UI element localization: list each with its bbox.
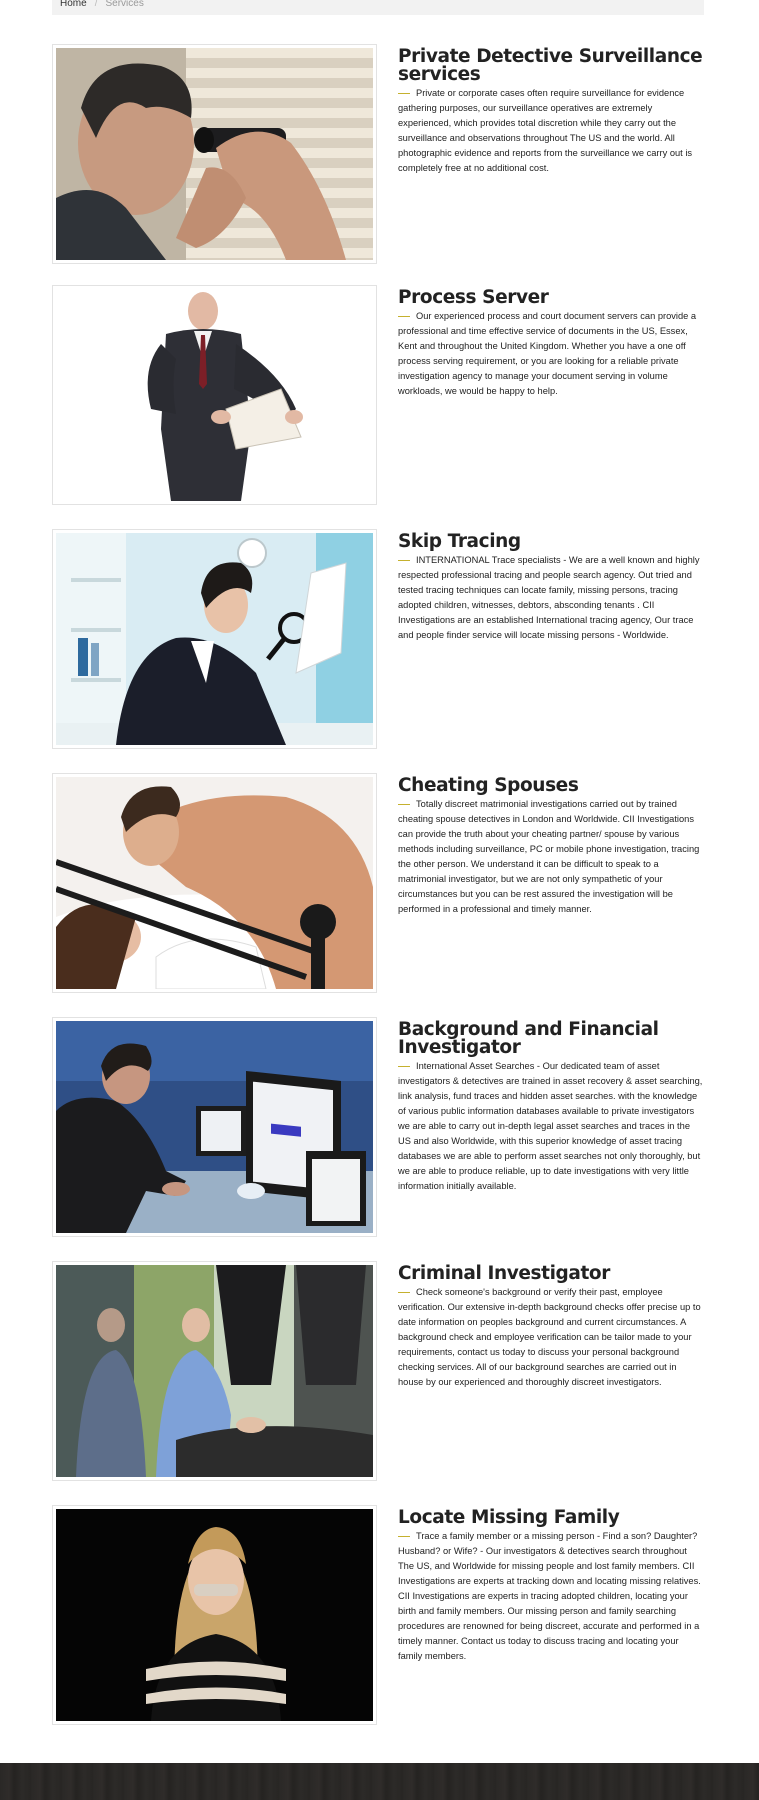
service-text: Locate Missing Family Trace a family mem…: [398, 1505, 704, 1664]
service-image-frame[interactable]: [52, 44, 377, 264]
service-image-frame[interactable]: [52, 529, 377, 749]
service-description-text: Totally discreet matrimonial investigati…: [398, 799, 700, 914]
skip-tracing-photo: [56, 533, 373, 745]
criminal-investigator-photo: [56, 1265, 373, 1477]
service-description: Trace a family member or a missing perso…: [398, 1529, 704, 1664]
service-image-frame[interactable]: [52, 1017, 377, 1237]
service-description-text: Check someone's background or verify the…: [398, 1287, 701, 1387]
service-description: Private or corporate cases often require…: [398, 86, 704, 176]
man-with-binoculars-image: [56, 48, 373, 260]
service-title: Cheating Spouses: [398, 775, 579, 796]
accent-dash: [398, 1066, 410, 1068]
bound-woman-image: [56, 1509, 373, 1721]
accent-dash: [398, 1536, 410, 1538]
page-footer: [0, 1763, 759, 1800]
service-title: Process Server: [398, 287, 549, 308]
breadcrumb-current: Services: [105, 0, 144, 9]
service-description: International Asset Searches - Our dedic…: [398, 1059, 704, 1194]
accent-dash: [398, 93, 410, 95]
service-title: Skip Tracing: [398, 531, 521, 552]
couple-in-bed-image: [56, 777, 373, 989]
service-description: Totally discreet matrimonial investigati…: [398, 797, 704, 917]
service-title: Background and Financial Investigator: [398, 1019, 659, 1058]
crime-scene-collage-image: [56, 1265, 373, 1477]
service-image-frame[interactable]: [52, 1261, 377, 1481]
accent-dash: [398, 804, 410, 806]
background-financial-photo: [56, 1021, 373, 1233]
accent-dash: [398, 1292, 410, 1294]
service-title: Locate Missing Family: [398, 1507, 620, 1528]
service-text: Background and Financial Investigator In…: [398, 1017, 704, 1194]
missing-family-photo: [56, 1509, 373, 1721]
breadcrumb-separator: /: [94, 0, 98, 9]
service-description-text: International Asset Searches - Our dedic…: [398, 1061, 703, 1191]
service-text: Private Detective Surveillance services …: [398, 44, 704, 176]
service-description: INTERNATIONAL Trace specialists - We are…: [398, 553, 704, 643]
man-at-computers-image: [56, 1021, 373, 1233]
service-title: Private Detective Surveillance services: [398, 46, 703, 85]
service-description: Check someone's background or verify the…: [398, 1285, 704, 1390]
service-image-frame[interactable]: [52, 1505, 377, 1725]
cheating-spouses-photo: [56, 777, 373, 989]
service-description-text: Our experienced process and court docume…: [398, 311, 697, 396]
man-in-suit-image: [56, 289, 373, 501]
service-text: Skip Tracing INTERNATIONAL Trace special…: [398, 529, 704, 643]
accent-dash: [398, 560, 410, 562]
service-text: Cheating Spouses Totally discreet matrim…: [398, 773, 704, 917]
service-text: Criminal Investigator Check someone's ba…: [398, 1261, 704, 1390]
service-image-frame[interactable]: [52, 773, 377, 993]
service-description-text: INTERNATIONAL Trace specialists - We are…: [398, 555, 700, 640]
service-description-text: Trace a family member or a missing perso…: [398, 1531, 701, 1661]
breadcrumb-home-link[interactable]: Home: [60, 0, 87, 9]
service-image-frame[interactable]: [52, 285, 377, 505]
woman-with-magnifier-image: [56, 533, 373, 745]
surveillance-photo: [56, 48, 373, 260]
process-server-photo: [56, 289, 373, 501]
breadcrumb: Home / Services: [52, 0, 704, 15]
service-description-text: Private or corporate cases often require…: [398, 88, 693, 173]
service-description: Our experienced process and court docume…: [398, 309, 704, 399]
service-title: Criminal Investigator: [398, 1263, 610, 1284]
service-text: Process Server Our experienced process a…: [398, 285, 704, 399]
accent-dash: [398, 316, 410, 318]
